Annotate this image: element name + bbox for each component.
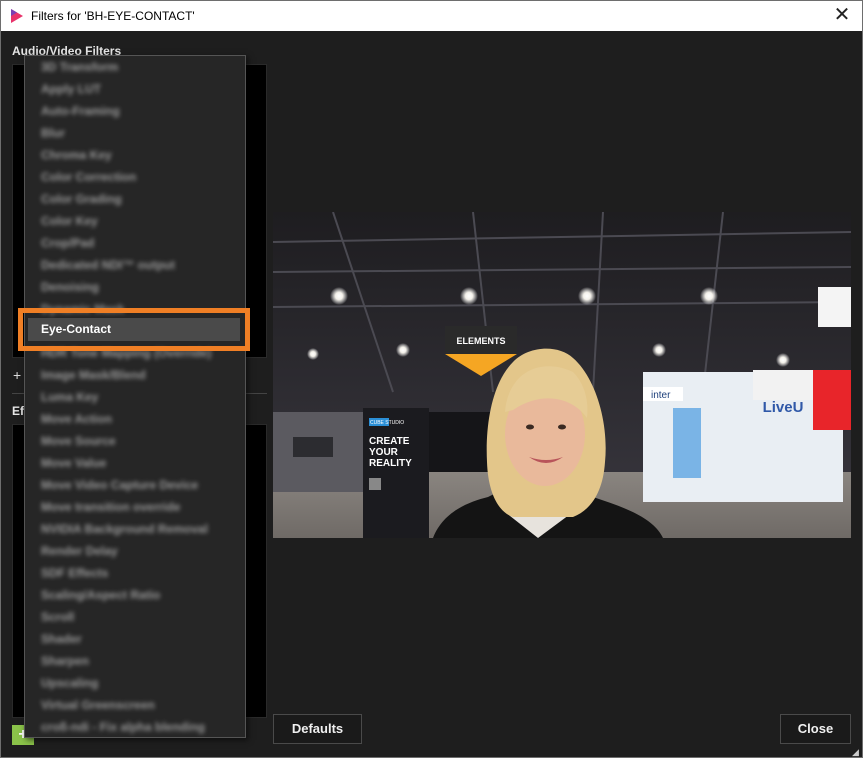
menu-item[interactable]: Dedicated NDI™ output xyxy=(41,258,175,280)
menu-item[interactable]: Crop/Pad xyxy=(41,236,94,258)
video-preview: ELEMENTS CUBE STUDIO CREATE YOUR REALITY… xyxy=(273,212,851,538)
menu-item[interactable]: Upscaling xyxy=(41,676,98,698)
poster-line3: REALITY xyxy=(369,458,412,469)
title-bar: Filters for 'BH-EYE-CONTACT' ✕ xyxy=(0,0,863,31)
menu-item[interactable]: Move Source xyxy=(41,434,116,456)
menu-item[interactable]: Move transition override xyxy=(41,500,180,522)
menu-item[interactable]: Color Grading xyxy=(41,192,122,214)
close-button[interactable]: Close xyxy=(780,714,851,744)
window-title: Filters for 'BH-EYE-CONTACT' xyxy=(31,9,195,23)
menu-item[interactable]: 3D Transform xyxy=(41,60,118,82)
menu-item[interactable]: Move Value xyxy=(41,456,106,478)
menu-item[interactable]: Denoising xyxy=(41,280,99,302)
menu-item[interactable]: Move Action xyxy=(41,412,112,434)
preview-scene: ELEMENTS CUBE STUDIO CREATE YOUR REALITY… xyxy=(273,212,851,538)
app-logo-icon xyxy=(11,9,23,23)
window-close-button[interactable]: ✕ xyxy=(830,5,854,27)
filter-dropdown-menu[interactable]: 3D Transform Apply LUT Auto-Framing Blur Chr… xyxy=(24,55,246,738)
menu-item[interactable]: Luma Key xyxy=(41,390,98,412)
menu-item[interactable]: Scaling/Aspect Ratio xyxy=(41,588,160,610)
menu-item-eye-contact[interactable]: Eye-Contact xyxy=(41,322,111,336)
menu-item[interactable]: Apply LUT xyxy=(41,82,101,104)
liveu-sign-text: LiveU xyxy=(763,399,804,416)
poster-line1: CREATE xyxy=(369,436,410,447)
menu-item[interactable]: Color Correction xyxy=(41,170,136,192)
menu-item[interactable]: Render Delay xyxy=(41,544,118,566)
menu-item[interactable]: NVIDIA Background Removal xyxy=(41,522,208,544)
effects-label: Ef xyxy=(12,404,24,418)
inter-sign-text: inter xyxy=(651,390,671,401)
defaults-button[interactable]: Defaults xyxy=(273,714,362,744)
menu-item[interactable]: Move Video Capture Device xyxy=(41,478,198,500)
menu-item[interactable]: Virtual Greenscreen xyxy=(41,698,155,720)
menu-item[interactable]: SDF Effects xyxy=(41,566,108,588)
menu-item[interactable]: Image Mask/Blend xyxy=(41,368,146,390)
menu-item[interactable]: Sharpen xyxy=(41,654,89,676)
elements-sign-text: ELEMENTS xyxy=(456,336,505,346)
resize-grip-icon[interactable]: ◢ xyxy=(852,747,861,757)
menu-item[interactable]: Auto-Framing xyxy=(41,104,120,126)
menu-item[interactable]: Shader xyxy=(41,632,82,654)
menu-item[interactable]: Chroma Key xyxy=(41,148,112,170)
menu-item[interactable]: Color Key xyxy=(41,214,98,236)
poster-line2: YOUR xyxy=(369,447,399,458)
poster-brand-text: CUBE STUDIO xyxy=(370,420,404,426)
menu-item[interactable]: Scroll xyxy=(41,610,74,632)
menu-item[interactable]: Blur xyxy=(41,126,65,148)
menu-item[interactable]: croß-ndi - Fix alpha blending xyxy=(41,720,205,742)
